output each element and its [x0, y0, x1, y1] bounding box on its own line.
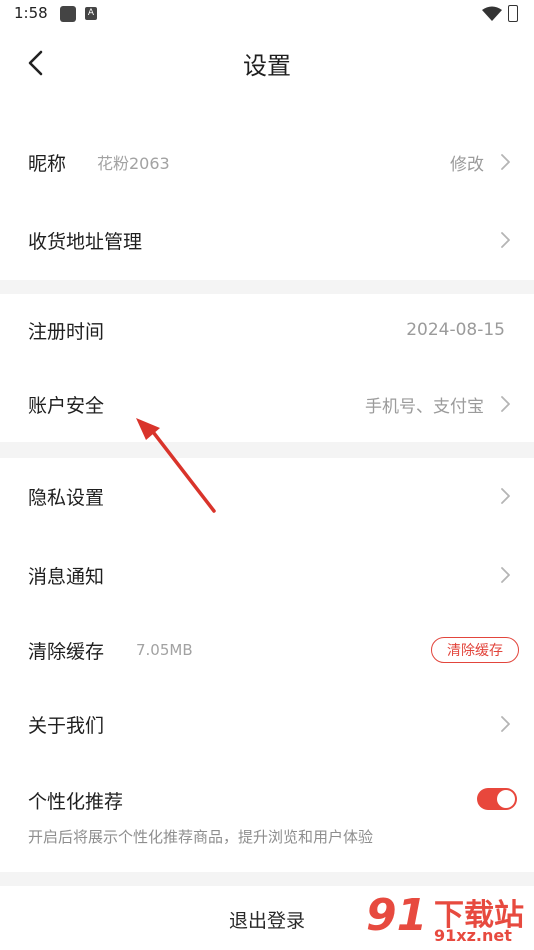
- chevron-right-icon: [501, 567, 510, 583]
- register-time-label: 注册时间: [28, 320, 105, 343]
- profile-card: 昵称 花粉2063 修改 收货地址管理: [0, 118, 534, 280]
- personalized-label: 个性化推荐: [28, 790, 124, 813]
- watermark-number: 91: [366, 890, 428, 941]
- personalized-hint: 开启后将展示个性化推荐商品，提升浏览和用户体验: [28, 828, 374, 846]
- clear-cache-button[interactable]: 清除缓存: [431, 637, 519, 663]
- battery-icon: [508, 5, 518, 22]
- address-row[interactable]: 收货地址管理: [0, 220, 534, 260]
- nickname-value: 花粉2063: [97, 154, 170, 173]
- chevron-right-icon: [501, 716, 510, 732]
- chevron-right-icon: [501, 488, 510, 504]
- nickname-label: 昵称: [28, 152, 67, 175]
- nickname-edit-link[interactable]: 修改: [450, 150, 484, 175]
- account-card: 注册时间 2024-08-15 账户安全 手机号、支付宝: [0, 294, 534, 442]
- address-label: 收货地址管理: [28, 230, 143, 253]
- personalized-toggle[interactable]: [477, 788, 517, 810]
- notification-icon: [60, 6, 76, 22]
- settings-card: 隐私设置 消息通知 清除缓存 7.05MB 清除缓存 关于我们 个性化推荐: [0, 458, 534, 872]
- about-label: 关于我们: [28, 714, 105, 737]
- nickname-row[interactable]: 昵称 花粉2063 修改: [0, 142, 534, 182]
- page-title: 设置: [243, 52, 291, 80]
- account-security-row[interactable]: 账户安全 手机号、支付宝: [0, 384, 534, 424]
- clear-cache-row: 清除缓存 7.05MB 清除缓存: [0, 630, 534, 670]
- status-time: 1:58: [14, 4, 48, 22]
- status-bar: 1:58 A: [0, 0, 534, 28]
- privacy-label: 隐私设置: [28, 486, 105, 509]
- about-row[interactable]: 关于我们: [0, 704, 534, 744]
- toggle-knob: [497, 790, 515, 808]
- account-security-value: 手机号、支付宝: [365, 396, 484, 417]
- chevron-right-icon: [501, 154, 510, 170]
- watermark-url: 91xz.net: [434, 926, 512, 945]
- register-time-value: 2024-08-15: [406, 320, 505, 340]
- chevron-right-icon: [501, 232, 510, 248]
- notification-label: 消息通知: [28, 565, 105, 588]
- personalized-row: 个性化推荐: [0, 780, 534, 820]
- cache-size: 7.05MB: [136, 641, 193, 659]
- register-time-row: 注册时间 2024-08-15: [0, 310, 534, 350]
- wifi-icon: [482, 6, 502, 21]
- watermark-logo: 91 下载站 91xz.net: [360, 888, 534, 950]
- header: 设置: [0, 28, 534, 118]
- privacy-row[interactable]: 隐私设置: [0, 476, 534, 516]
- account-security-label: 账户安全: [28, 394, 105, 417]
- chevron-right-icon: [501, 396, 510, 412]
- clear-cache-label: 清除缓存: [28, 640, 105, 663]
- a-notification-icon: A: [85, 7, 97, 20]
- notification-row[interactable]: 消息通知: [0, 555, 534, 595]
